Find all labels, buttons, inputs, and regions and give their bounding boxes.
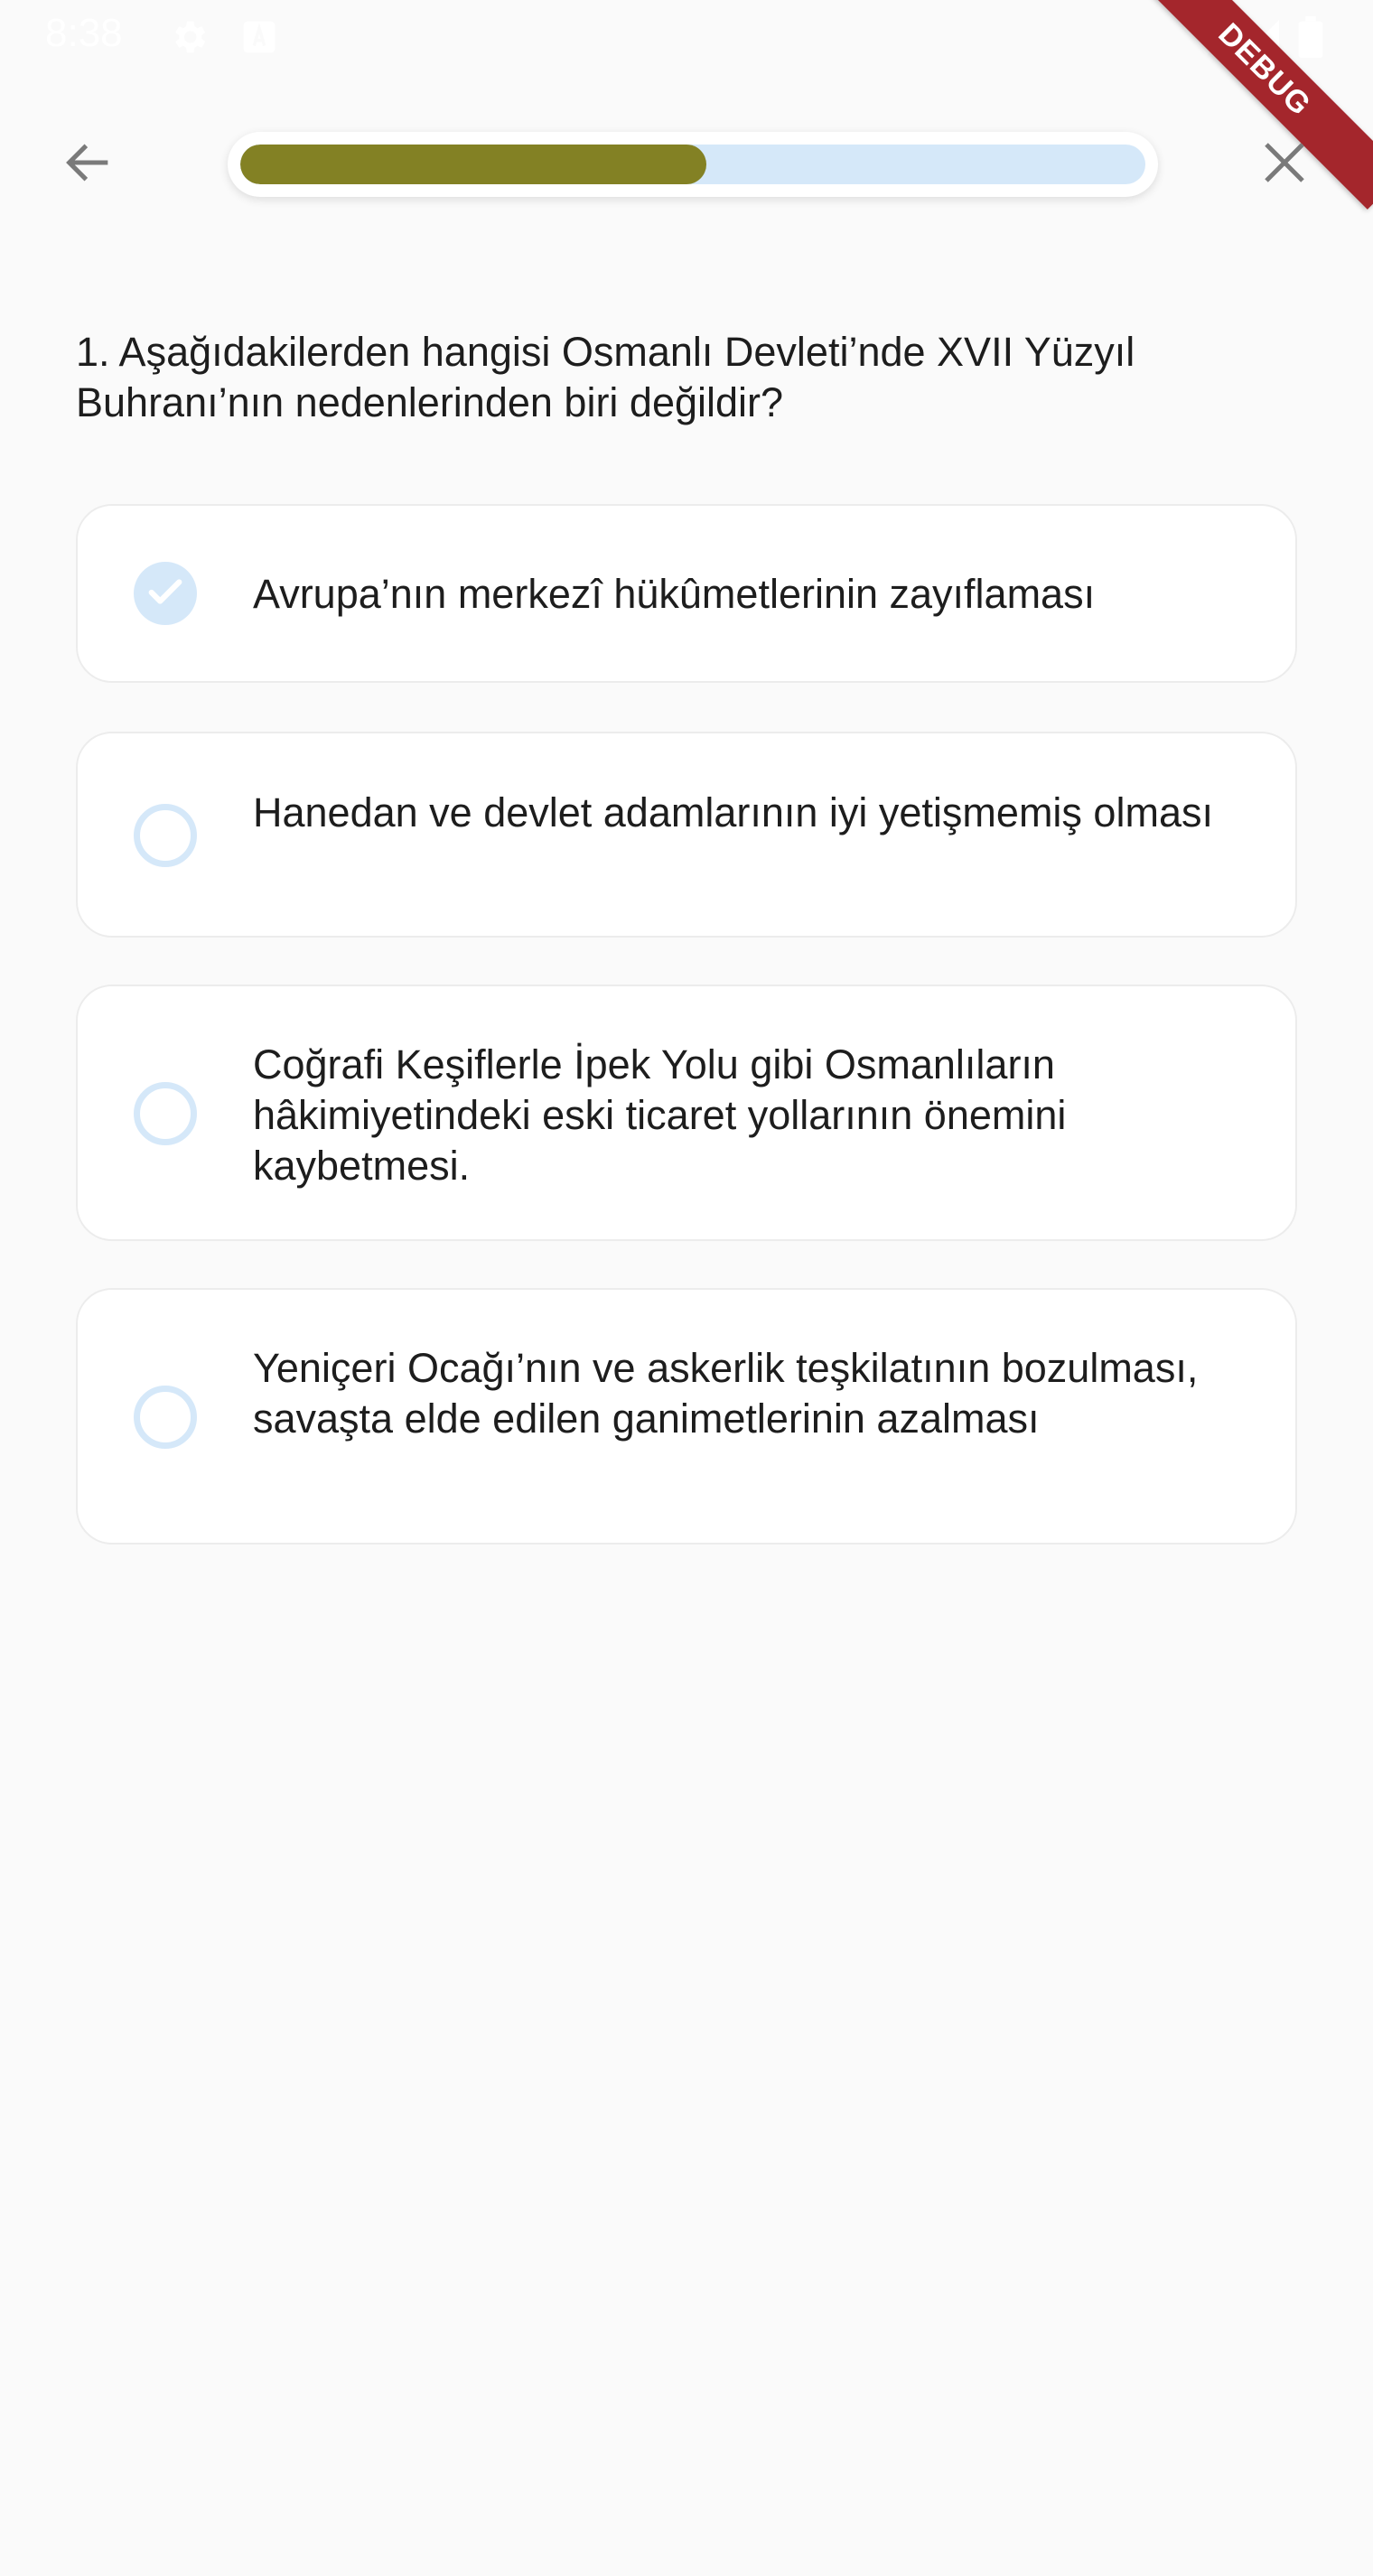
- progress-fill: [240, 145, 707, 184]
- status-bar: 8:38: [0, 0, 1373, 76]
- progress-bar: [228, 132, 1158, 197]
- option-text: Avrupa’nın merkezî hükûmetlerinin zayıfl…: [253, 571, 1096, 617]
- question-text: 1. Aşağıdakilerden hangisi Osmanlı Devle…: [76, 329, 1135, 425]
- gear-icon: [168, 16, 210, 58]
- option-radio-selected[interactable]: [134, 562, 197, 625]
- option-text: Yeniçeri Ocağı’nın ve askerlik teşkilatı…: [253, 1345, 1199, 1442]
- arrow-back-icon: [60, 134, 117, 196]
- option-card-2[interactable]: Hanedan ve devlet adamlarının iyi yetişm…: [76, 732, 1297, 938]
- font-icon: [238, 16, 280, 58]
- check-icon: [145, 571, 186, 617]
- progress-track: [240, 145, 1145, 184]
- close-button[interactable]: [1248, 128, 1321, 201]
- option-radio[interactable]: [134, 1082, 197, 1145]
- battery-icon: [1297, 16, 1339, 58]
- close-icon: [1257, 135, 1312, 194]
- option-card-1[interactable]: Avrupa’nın merkezî hükûmetlerinin zayıfl…: [76, 504, 1297, 683]
- option-text: Coğrafi Keşiflerle İpek Yolu gibi Osmanl…: [253, 1041, 1067, 1189]
- option-radio[interactable]: [134, 804, 197, 867]
- back-button[interactable]: [52, 128, 125, 201]
- option-card-3[interactable]: Coğrafi Keşiflerle İpek Yolu gibi Osmanl…: [76, 985, 1297, 1241]
- option-text: Hanedan ve devlet adamlarının iyi yetişm…: [253, 789, 1213, 835]
- option-radio[interactable]: [134, 1386, 197, 1449]
- status-time: 8:38: [45, 11, 123, 55]
- option-card-4[interactable]: Yeniçeri Ocağı’nın ve askerlik teşkilatı…: [76, 1288, 1297, 1545]
